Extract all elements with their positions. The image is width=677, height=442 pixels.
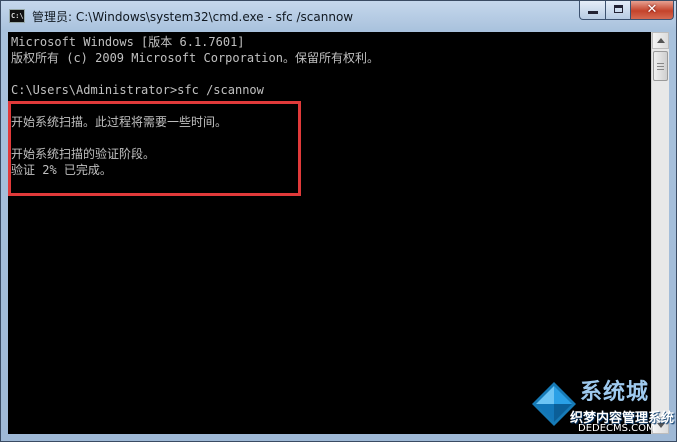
grip-line-icon bbox=[657, 66, 664, 67]
window-title: 管理员: C:\Windows\system32\cmd.exe - sfc /… bbox=[32, 10, 354, 24]
maximize-button[interactable] bbox=[605, 1, 631, 20]
console-line-version: Microsoft Windows [版本 6.1.7601] bbox=[11, 35, 245, 49]
watermark-url: DEDECMS.COM bbox=[578, 423, 655, 434]
grip-line-icon bbox=[657, 69, 664, 70]
scroll-thumb[interactable] bbox=[653, 51, 668, 81]
console-line-copyright: 版权所有 (c) 2009 Microsoft Corporation。保留所有… bbox=[11, 51, 379, 65]
site-watermark: 系统城 织梦内容管理系统 DEDECMS.COM bbox=[526, 374, 674, 436]
minimize-button[interactable] bbox=[579, 1, 606, 20]
console-line-command: C:\Users\Administrator>sfc /scannow bbox=[11, 83, 264, 97]
title-bar[interactable]: C:\ 管理员: C:\Windows\system32\cmd.exe - s… bbox=[1, 1, 676, 31]
close-icon: ✕ bbox=[646, 2, 658, 17]
watermark-title: 系统城 bbox=[580, 380, 650, 405]
maximize-icon bbox=[614, 5, 623, 13]
grip-line-icon bbox=[657, 63, 664, 64]
highlight-annotation-box bbox=[8, 101, 301, 196]
minimize-icon bbox=[588, 11, 598, 14]
arrow-up-icon bbox=[657, 38, 665, 43]
close-button[interactable]: ✕ bbox=[630, 1, 674, 20]
cmd-app-icon[interactable]: C:\ bbox=[9, 9, 25, 23]
scroll-up-button[interactable] bbox=[652, 32, 669, 49]
